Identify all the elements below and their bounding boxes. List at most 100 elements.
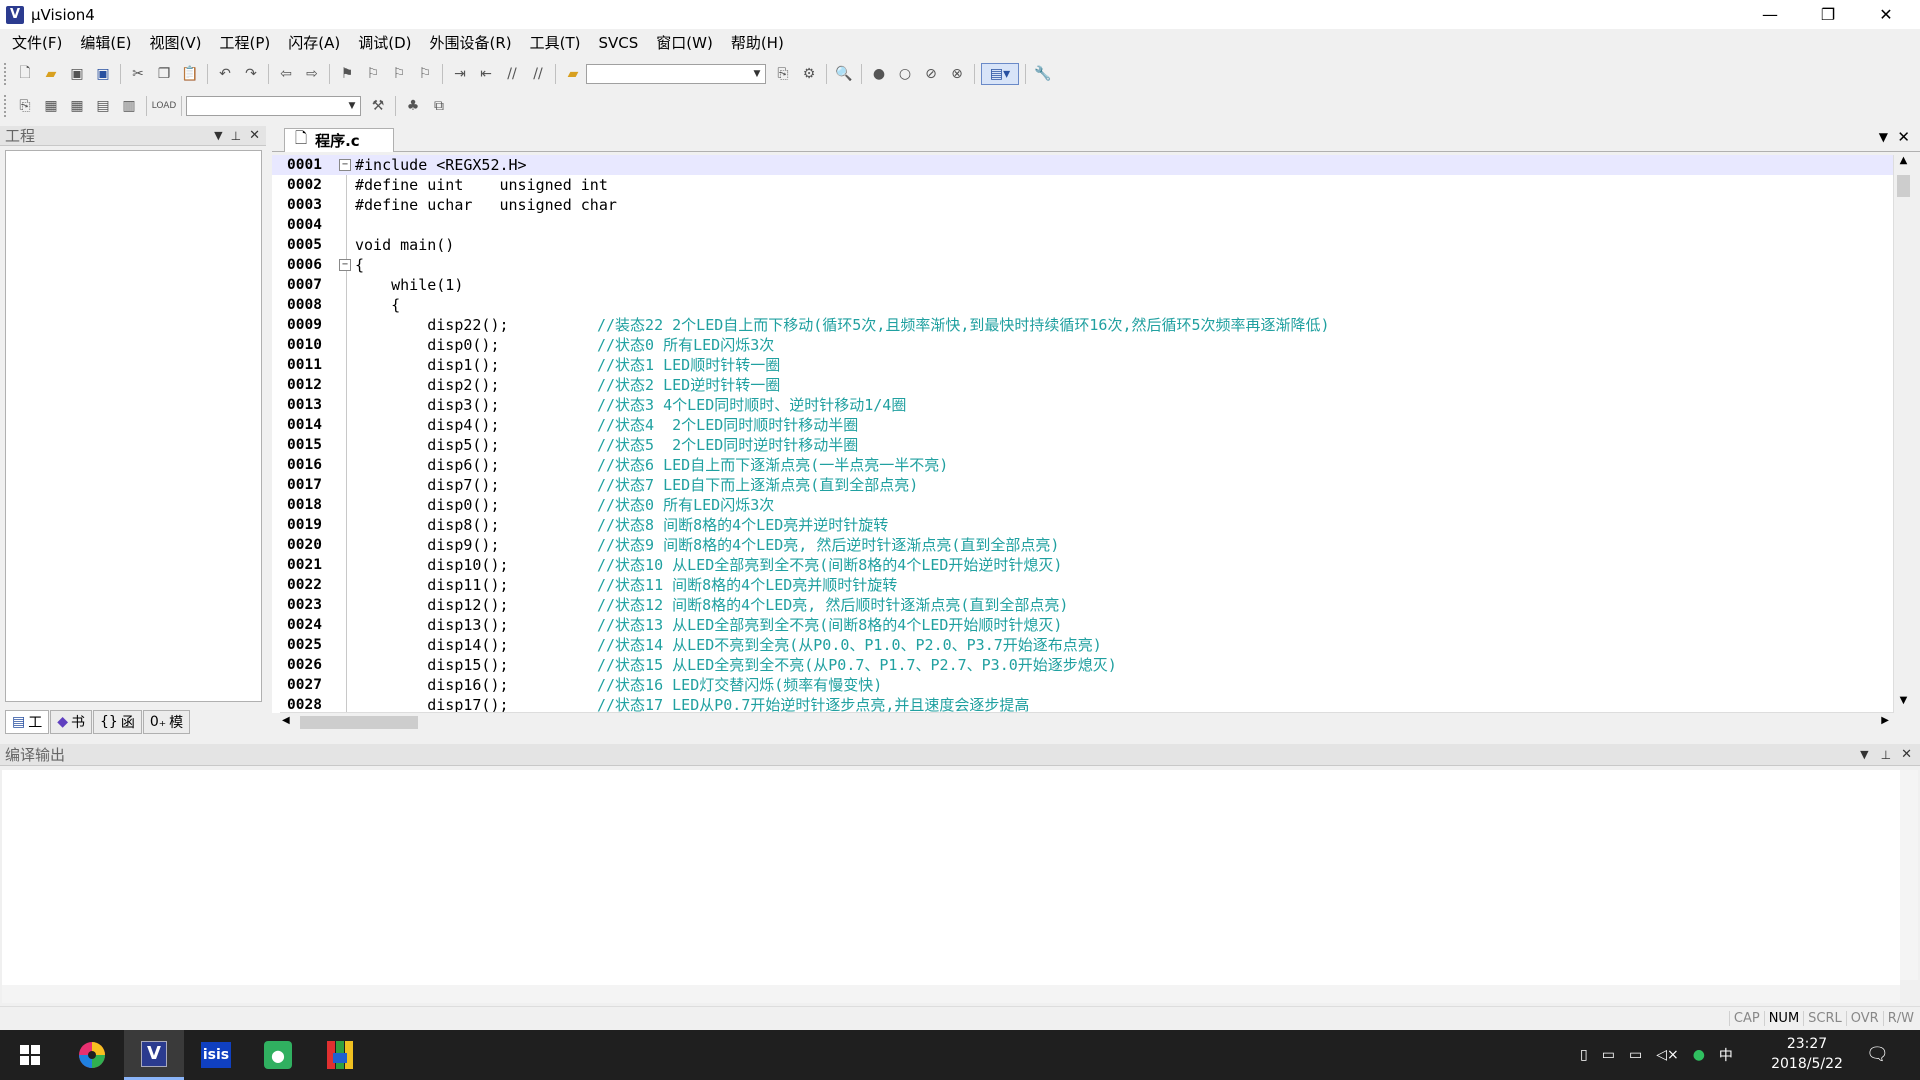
target-options-icon[interactable]: ⚒: [367, 95, 389, 117]
indent-icon[interactable]: ⇥: [449, 63, 471, 85]
breakpoint-disable-all-icon[interactable]: ⊘: [920, 63, 942, 85]
save-all-icon[interactable]: ▣: [92, 63, 114, 85]
code-line[interactable]: 0028 disp17(); //状态17 LED从P0.7开始逆时针逐步点亮,并…: [272, 695, 1893, 713]
cut-icon[interactable]: ✂: [127, 63, 149, 85]
paste-icon[interactable]: 📋: [179, 63, 201, 85]
code-line[interactable]: 0011 disp1(); //状态1 LED顺时针转一圈: [272, 355, 1893, 375]
code-line[interactable]: 0020 disp9(); //状态9 间断8格的4个LED亮, 然后逆时针逐渐点…: [272, 535, 1893, 555]
editor-vertical-scrollbar[interactable]: ▲ ▼: [1893, 155, 1913, 713]
menu-file[interactable]: 文件(F): [6, 29, 68, 57]
wechat-icon[interactable]: ●: [1693, 1047, 1705, 1063]
code-line[interactable]: 0001 − #include <REGX52.H>: [272, 155, 1893, 175]
code-line[interactable]: 0027 disp16(); //状态16 LED灯交替闪烁(频率有慢变快): [272, 675, 1893, 695]
code-line[interactable]: 0022 disp11(); //状态11 间断8格的4个LED亮并顺时针旋转: [272, 575, 1893, 595]
batch-build-icon[interactable]: ▤: [92, 95, 114, 117]
build-icon[interactable]: ▦: [40, 95, 62, 117]
close-icon[interactable]: ✕: [1897, 128, 1910, 146]
code-line[interactable]: 0006 −{: [272, 255, 1893, 275]
volume-muted-icon[interactable]: ◁×: [1656, 1047, 1679, 1063]
menu-edit[interactable]: 编辑(E): [74, 29, 137, 57]
unindent-icon[interactable]: ⇤: [475, 63, 497, 85]
pin-icon[interactable]: ⊥: [1881, 748, 1891, 762]
battery-icon[interactable]: ▭: [1602, 1047, 1615, 1063]
bookmark-next-icon[interactable]: ⚐: [388, 63, 410, 85]
scroll-right-icon[interactable]: ▶: [1881, 715, 1889, 726]
configure-tools-icon[interactable]: 🔧: [1032, 63, 1054, 85]
code-line[interactable]: 0003 #define uchar unsigned char: [272, 195, 1893, 215]
menu-peripherals[interactable]: 外围设备(R): [423, 29, 517, 57]
scroll-up-icon[interactable]: ▲: [1894, 155, 1913, 173]
clock[interactable]: 23:27 2018/5/22: [1770, 1034, 1844, 1074]
code-editor[interactable]: 0001− #include <REGX52.H> 0002 #define uint…: [272, 155, 1893, 713]
code-line[interactable]: 0007 while(1): [272, 275, 1893, 295]
manage-multi-project-icon[interactable]: ⧉: [428, 95, 450, 117]
scroll-thumb[interactable]: [300, 716, 418, 729]
project-tree[interactable]: [5, 150, 262, 702]
stop-build-icon[interactable]: ▥: [118, 95, 140, 117]
copy-icon[interactable]: ❐: [153, 63, 175, 85]
close-icon[interactable]: ✕: [1901, 747, 1912, 762]
code-line[interactable]: 0024 disp13(); //状态13 从LED全部亮到全不亮(间断8格的4个…: [272, 615, 1893, 635]
start-button[interactable]: [0, 1030, 60, 1080]
ime-indicator[interactable]: 中: [1719, 1045, 1733, 1065]
code-line[interactable]: 0014 disp4(); //状态4 2个LED同时顺时针移动半圈: [272, 415, 1893, 435]
notification-icon[interactable]: 🗨: [1866, 1044, 1889, 1065]
translate-icon[interactable]: ⎘: [14, 95, 36, 117]
open-file-icon[interactable]: ▰: [40, 63, 62, 85]
code-line[interactable]: 0025 disp14(); //状态14 从LED不亮到全亮(从P0.0、P1.…: [272, 635, 1893, 655]
code-line[interactable]: 0019 disp8(); //状态8 间断8格的4个LED亮并逆时针旋转: [272, 515, 1893, 535]
code-line[interactable]: 0005 void main(): [272, 235, 1893, 255]
chevron-down-icon[interactable]: ▼: [345, 98, 359, 114]
tab-list-dropdown-icon[interactable]: ▼: [1879, 130, 1888, 144]
breakpoint-disable-icon[interactable]: ○: [894, 63, 916, 85]
menu-window[interactable]: 窗口(W): [650, 29, 719, 57]
tab-templates[interactable]: 0₊ 模: [142, 710, 191, 734]
taskbar-color-blocks-app[interactable]: [310, 1030, 370, 1080]
bookmark-clear-icon[interactable]: ⚐: [414, 63, 436, 85]
tab-books[interactable]: ◆ 书: [50, 710, 93, 734]
find-icon[interactable]: ⎘: [772, 63, 794, 85]
menu-view[interactable]: 视图(V): [144, 29, 208, 57]
incremental-find-icon[interactable]: ⚙: [798, 63, 820, 85]
pin-icon[interactable]: ⊥: [231, 129, 241, 143]
taskbar-color-app[interactable]: [62, 1030, 122, 1080]
download-icon[interactable]: LOAD: [152, 95, 177, 117]
bookmark-prev-icon[interactable]: ⚐: [362, 63, 384, 85]
panel-dropdown-icon[interactable]: ▼: [1860, 748, 1868, 761]
code-line[interactable]: 0002 #define uint unsigned int: [272, 175, 1893, 195]
target-select[interactable]: ▼: [186, 96, 361, 116]
menu-debug[interactable]: 调试(D): [352, 29, 417, 57]
build-output-area[interactable]: [2, 770, 1900, 985]
scroll-down-icon[interactable]: ▼: [1894, 695, 1913, 713]
toolbar-grip[interactable]: [4, 95, 8, 117]
usb-icon[interactable]: ▯: [1580, 1047, 1588, 1063]
breakpoint-icon[interactable]: ●: [868, 63, 890, 85]
code-line[interactable]: 0017 disp7(); //状态7 LED自下而上逐渐点亮(直到全部点亮): [272, 475, 1893, 495]
menu-project[interactable]: 工程(P): [214, 29, 277, 57]
output-vertical-scrollbar[interactable]: [1900, 770, 1918, 980]
comment-icon[interactable]: //: [501, 63, 523, 85]
editor-horizontal-scrollbar[interactable]: ◀ ▶: [280, 712, 1893, 732]
fold-toggle-icon[interactable]: −: [339, 159, 351, 171]
menu-tools[interactable]: 工具(T): [524, 29, 587, 57]
close-button[interactable]: ✕: [1857, 0, 1915, 29]
code-line[interactable]: 0015 disp5(); //状态5 2个LED同时逆时针移动半圈: [272, 435, 1893, 455]
nav-back-icon[interactable]: ⇦: [275, 63, 297, 85]
network-icon[interactable]: ▭: [1629, 1047, 1642, 1063]
code-line[interactable]: 0009 disp22(); //装态22 2个LED自上而下移动(循环5次,且频…: [272, 315, 1893, 335]
code-line[interactable]: 0026 disp15(); //状态15 从LED全亮到全不亮(从P0.7、P1…: [272, 655, 1893, 675]
bookmark-icon[interactable]: ⚑: [336, 63, 358, 85]
code-line[interactable]: 0023 disp12(); //状态12 间断8格的4个LED亮, 然后顺时针逐…: [272, 595, 1893, 615]
redo-icon[interactable]: ↷: [240, 63, 262, 85]
close-icon[interactable]: ✕: [249, 128, 260, 143]
debug-session-icon[interactable]: 🔍: [833, 63, 855, 85]
panel-dropdown-icon[interactable]: ▼: [214, 129, 222, 142]
restore-button[interactable]: ❐: [1799, 0, 1857, 29]
code-line[interactable]: 0016 disp6(); //状态6 LED自上而下逐渐点亮(一半点亮一半不亮): [272, 455, 1893, 475]
file-extensions-icon[interactable]: ♣: [402, 95, 424, 117]
taskbar-panda-app[interactable]: ●: [248, 1030, 308, 1080]
code-line[interactable]: 0013 disp3(); //状态3 4个LED同时顺时、逆时针移动1/4圈: [272, 395, 1893, 415]
undo-icon[interactable]: ↶: [214, 63, 236, 85]
nav-forward-icon[interactable]: ⇨: [301, 63, 323, 85]
menu-help[interactable]: 帮助(H): [725, 29, 790, 57]
